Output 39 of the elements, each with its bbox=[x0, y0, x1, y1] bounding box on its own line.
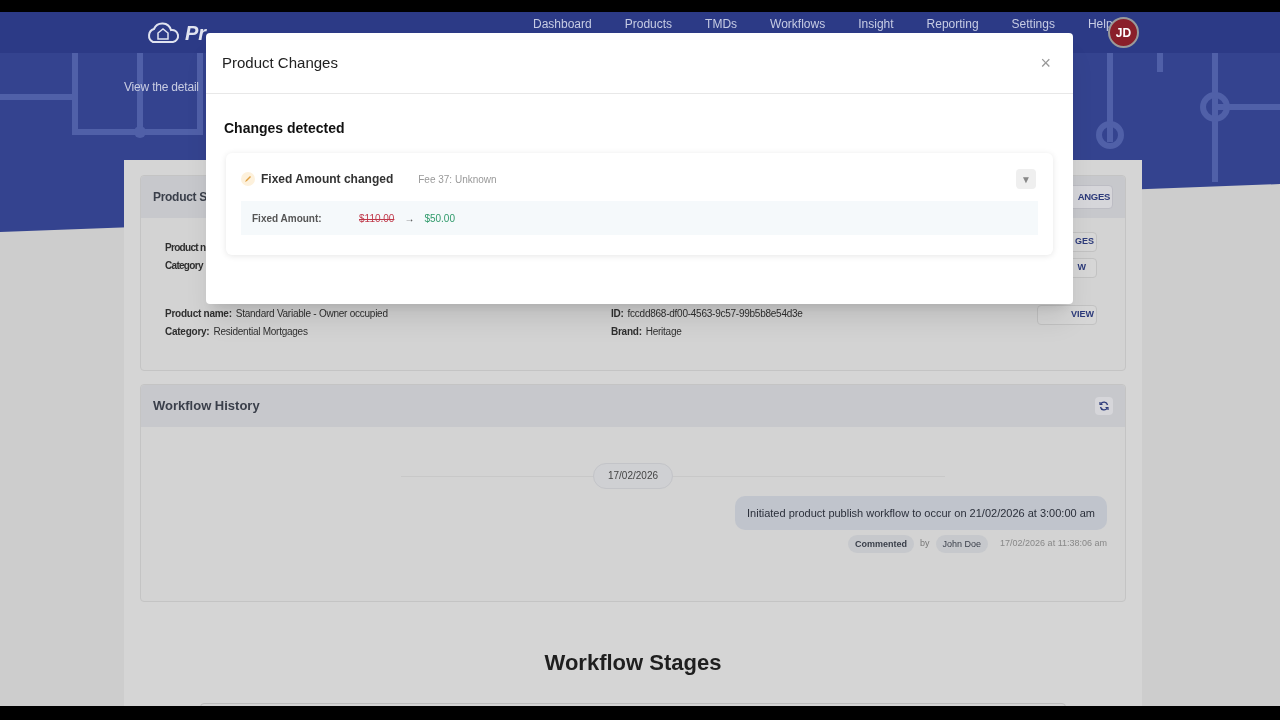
timestamp: 17/02/2026 at 11:38:06 am bbox=[1000, 537, 1107, 551]
field-label: Product n bbox=[165, 241, 206, 255]
message-bubble: Initiated product publish workflow to occur on 21/02/2026 at 3:00:00 am bbox=[735, 496, 1107, 530]
status-tag: Commented bbox=[848, 535, 915, 553]
nav-link[interactable]: Dashboard bbox=[533, 15, 592, 33]
view-button[interactable]: VIEW bbox=[1037, 305, 1097, 325]
arrow-text: → bbox=[404, 211, 415, 226]
meta-text: by bbox=[920, 537, 930, 551]
user-tag: John Doe bbox=[935, 535, 989, 553]
change-meta: Fee 37: Unknown bbox=[418, 172, 497, 187]
nav-link[interactable]: Reporting bbox=[926, 15, 979, 33]
change-title: Fixed Amount changed bbox=[261, 171, 394, 188]
field-label: Brand: bbox=[611, 325, 642, 339]
date-chip: 17/02/2026 bbox=[592, 463, 674, 489]
nav-link[interactable]: TMDs bbox=[705, 15, 738, 33]
field-label: Product name: bbox=[165, 307, 232, 321]
field-label: Category bbox=[165, 259, 203, 273]
new-value: $50.00 bbox=[424, 211, 455, 226]
page-subtitle: View the detail bbox=[124, 80, 199, 94]
field-label: Category: bbox=[165, 325, 210, 339]
pencil-icon bbox=[241, 172, 255, 186]
field-label: ID: bbox=[611, 307, 624, 321]
refresh-icon[interactable] bbox=[1095, 397, 1113, 415]
nav-link[interactable]: Workflows bbox=[770, 15, 826, 33]
card-title: Workflow History bbox=[153, 397, 260, 416]
field-label: Fixed Amount: bbox=[252, 211, 323, 226]
field-value: Residential Mortgages bbox=[213, 325, 308, 339]
section-heading: Changes detected bbox=[223, 119, 346, 138]
nav-link[interactable]: Insight bbox=[858, 15, 894, 33]
field-value: Heritage bbox=[645, 325, 682, 339]
nav-link[interactable]: Settings bbox=[1011, 15, 1055, 33]
field-value: fccdd868-df00-4563-9c57-99b5b8e54d3e bbox=[627, 307, 803, 321]
section-heading: Workflow Stages bbox=[544, 649, 722, 677]
cloud-logo-icon bbox=[145, 20, 181, 45]
modal-title: Product Changes bbox=[222, 52, 338, 73]
old-value: $110.00 bbox=[359, 211, 395, 226]
field-value: Standard Variable - Owner occupied bbox=[235, 307, 388, 321]
logo-text: Pr bbox=[185, 20, 207, 46]
nav-link[interactable]: Products bbox=[624, 15, 673, 33]
